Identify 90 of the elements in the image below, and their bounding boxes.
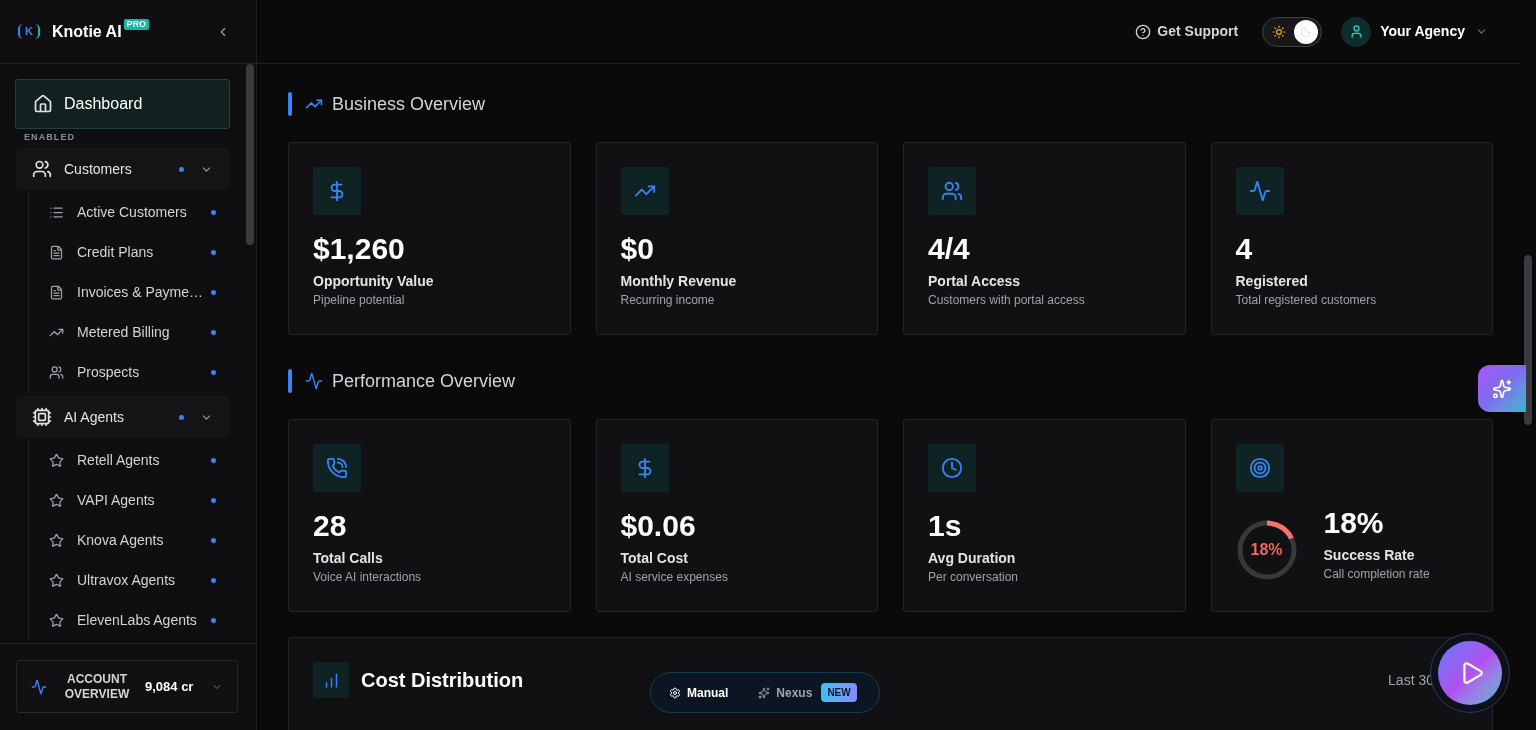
star-icon	[49, 572, 64, 588]
nav-subitem[interactable]: VAPI Agents	[29, 480, 230, 520]
pulse-icon	[1235, 167, 1284, 215]
list-icon	[49, 204, 64, 220]
scrollbar-thumb[interactable]	[246, 64, 254, 245]
gear-icon	[669, 686, 681, 699]
help-icon	[1135, 23, 1152, 40]
card-title: Cost Distribution	[361, 668, 524, 693]
stat-label: Success Rate	[1323, 546, 1416, 565]
nav-subitem[interactable]: Active Customers	[29, 192, 230, 232]
stat-caption: Call completion rate	[1323, 566, 1430, 582]
nav-subitem[interactable]: Prospects	[29, 352, 230, 392]
stat-caption: Recurring income	[620, 292, 716, 308]
sun-icon	[1272, 24, 1287, 39]
get-support-button[interactable]: Get Support	[1135, 21, 1239, 42]
account-menu-button[interactable]: Your Agency	[1341, 16, 1488, 47]
star-icon	[49, 452, 64, 468]
stat-value: 4/4	[928, 231, 971, 267]
stat-caption: Per conversation	[928, 569, 1020, 585]
new-badge: NEW	[821, 683, 857, 702]
pulse-icon	[31, 678, 47, 695]
section-label: ENABLED	[23, 131, 77, 143]
trend-up-icon	[620, 167, 669, 215]
document-icon	[49, 284, 64, 300]
moon-icon	[1300, 25, 1313, 38]
account-overview-label: ACCOUNT OVERVIEW	[63, 671, 131, 702]
clock-icon	[928, 444, 976, 492]
stat-value: $0.06	[620, 508, 697, 544]
star-icon	[49, 492, 64, 508]
document-icon	[49, 244, 64, 260]
chip-icon	[32, 407, 52, 427]
accent-bar	[288, 369, 292, 393]
stat-caption: Pipeline potential	[313, 292, 406, 308]
credit-balance: 9,084 cr	[145, 677, 194, 696]
stat-value: 18%	[1323, 505, 1385, 541]
pulse-icon	[305, 372, 323, 390]
stat-label: Registered	[1235, 272, 1309, 291]
logo-mark: K	[18, 24, 40, 39]
phone-icon	[313, 444, 361, 492]
stat-value: 4	[1235, 231, 1254, 267]
nav-subitem[interactable]: Ultravox Agents	[29, 560, 230, 600]
target-icon	[1235, 444, 1284, 492]
avatar-icon	[1341, 16, 1372, 47]
stat-value: 28	[313, 508, 348, 544]
gauge-reading: 18%	[1250, 539, 1283, 560]
sparkle-icon	[758, 686, 771, 699]
dollar-icon	[313, 167, 361, 215]
stat-caption: Total registered customers	[1235, 292, 1378, 308]
stat-label: Opportunity Value	[313, 272, 435, 291]
star-icon	[49, 532, 64, 548]
nav-group[interactable]: Customers	[16, 148, 230, 190]
star-icon	[49, 612, 64, 628]
stat-label: Avg Duration	[928, 549, 1017, 568]
section-title: Performance Overview	[332, 369, 516, 393]
nav-subitem[interactable]: ElevenLabs Agents	[29, 600, 230, 640]
accent-bar	[288, 92, 292, 116]
stat-value: 1s	[928, 508, 963, 544]
house-icon	[33, 94, 53, 114]
nav-subitem[interactable]: Retell Agents	[29, 440, 230, 480]
section-title: Business Overview	[332, 92, 486, 116]
nav-subitem[interactable]: Knova Agents	[29, 520, 230, 560]
nav-subitem[interactable]: Metered Billing	[29, 312, 230, 352]
mode-tab[interactable]: Manual	[665, 681, 733, 704]
sparkle-icon	[1492, 378, 1512, 399]
dollar-icon	[620, 444, 669, 492]
mode-tab[interactable]: Nexus NEW	[754, 681, 861, 704]
theme-toggle[interactable]	[1262, 16, 1323, 47]
stat-value: $1,260	[313, 231, 406, 267]
nav-subitem[interactable]: Credit Plans	[29, 232, 230, 272]
stat-label: Total Cost	[620, 549, 689, 568]
users-icon	[49, 364, 64, 380]
stat-label: Total Calls	[313, 549, 384, 568]
nav-subitem[interactable]: Invoices & Payme…	[29, 272, 230, 312]
pro-badge: PRO	[123, 19, 150, 30]
ai-assistant-button[interactable]	[1478, 365, 1526, 412]
stat-value: $0	[620, 231, 655, 267]
nav-item[interactable]: Dashboard	[15, 79, 230, 129]
toggle-knob[interactable]	[1294, 19, 1319, 44]
account-overview-card[interactable]: ACCOUNT OVERVIEW 9,084 cr	[16, 660, 238, 713]
users-icon	[928, 167, 976, 215]
nav-group[interactable]: AI Agents	[16, 396, 230, 438]
bar-chart-icon	[313, 662, 349, 698]
brand-name: Knotie AI	[51, 21, 122, 42]
scrollbar-thumb[interactable]	[1524, 255, 1532, 425]
stat-caption: AI service expenses	[620, 569, 729, 585]
users-icon	[32, 159, 52, 179]
stat-caption: Voice AI interactions	[313, 569, 423, 585]
stat-caption: Customers with portal access	[928, 292, 1086, 308]
stat-label: Portal Access	[928, 272, 1022, 291]
stat-label: Monthly Revenue	[620, 272, 738, 291]
